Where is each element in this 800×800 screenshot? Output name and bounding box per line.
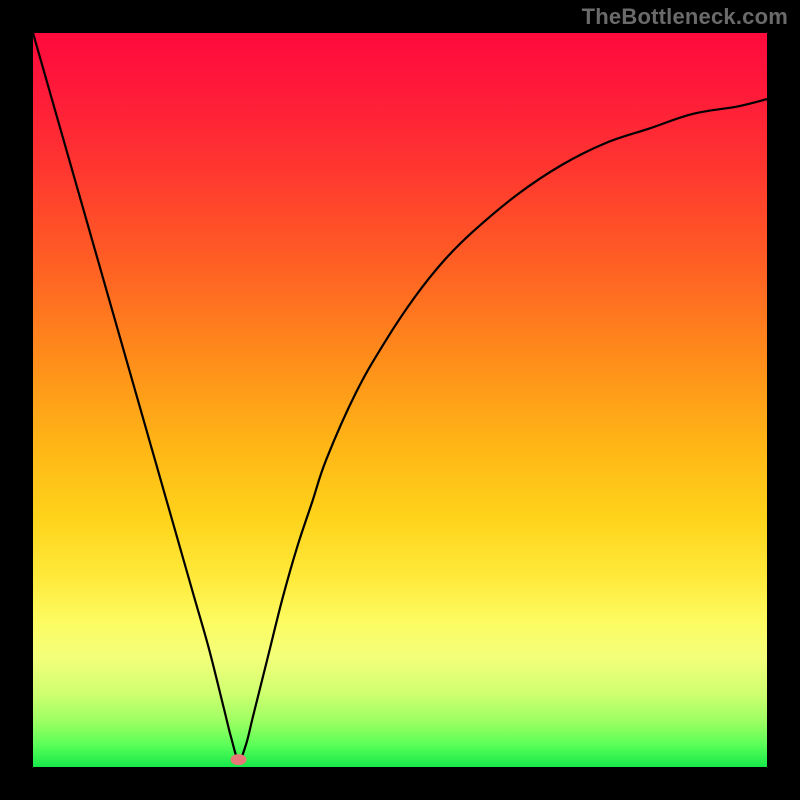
chart-frame: TheBottleneck.com — [0, 0, 800, 800]
plot-area — [33, 33, 767, 767]
min-marker — [231, 754, 247, 765]
plot-svg — [33, 33, 767, 767]
watermark-text: TheBottleneck.com — [582, 4, 788, 30]
bottleneck-curve — [33, 33, 767, 760]
